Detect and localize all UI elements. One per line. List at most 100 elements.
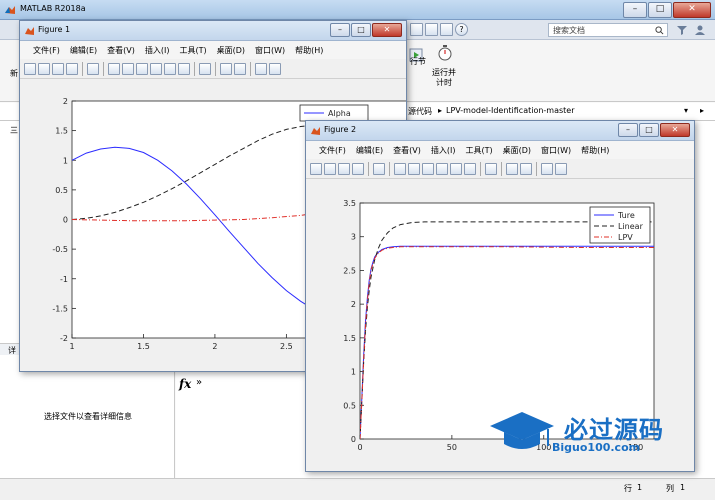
figure-2-titlebar[interactable]: Figure 2 – □ ✕	[306, 121, 694, 141]
address-dropdown-icon[interactable]: ▾	[684, 106, 688, 115]
menu-insert[interactable]: 插入(I)	[140, 45, 175, 56]
menu-tools[interactable]: 工具(T)	[174, 45, 211, 56]
zoom-in-icon[interactable]	[394, 162, 406, 175]
redo-icon[interactable]	[425, 23, 438, 36]
figure-2-maximize-button[interactable]: □	[639, 123, 659, 137]
insert-colorbar-icon[interactable]	[220, 62, 232, 75]
address-separator-icon: ▸	[438, 106, 443, 115]
quick-access-toolbar: ?	[410, 23, 468, 36]
figure-2-minimize-button[interactable]: –	[618, 123, 638, 137]
search-icon[interactable]	[655, 26, 664, 35]
insert-legend-icon[interactable]	[520, 162, 532, 175]
run-and-time-button[interactable]: 运行并 计时	[430, 42, 460, 90]
figure-1-titlebar[interactable]: Figure 1 – □ ✕	[20, 21, 406, 41]
search-placeholder: 搜索文档	[553, 26, 585, 35]
new-figure-icon[interactable]	[310, 162, 322, 175]
toolbar-separator	[250, 61, 251, 76]
figure-1-minimize-button[interactable]: –	[330, 23, 350, 37]
y-tick-label: 2.5	[343, 266, 356, 275]
zoom-out-icon[interactable]	[122, 62, 134, 75]
insert-colorbar-icon[interactable]	[506, 162, 518, 175]
search-documentation-input[interactable]: 搜索文档	[548, 23, 668, 37]
browse-folder-icon[interactable]: ▸	[700, 106, 704, 115]
edit-plot-icon[interactable]	[87, 62, 99, 75]
status-row-value: 1	[637, 483, 643, 492]
figure-1-close-button[interactable]: ✕	[372, 23, 402, 37]
rotate-3d-icon[interactable]	[150, 62, 162, 75]
x-tick-label: 2	[212, 342, 217, 351]
print-icon[interactable]	[352, 162, 364, 175]
y-tick-label: 0.5	[343, 401, 356, 410]
status-bar: 行 1 列 1	[0, 478, 715, 500]
menu-help[interactable]: 帮助(H)	[576, 145, 614, 156]
pan-icon[interactable]	[136, 62, 148, 75]
show-plot-tools-icon[interactable]	[555, 162, 567, 175]
stopwatch-icon	[438, 45, 452, 61]
toolbar-separator	[82, 61, 83, 76]
brush-icon[interactable]	[464, 162, 476, 175]
menu-insert[interactable]: 插入(I)	[426, 145, 461, 156]
menu-file[interactable]: 文件(F)	[314, 145, 351, 156]
show-plot-tools-icon[interactable]	[269, 62, 281, 75]
menu-edit[interactable]: 编辑(E)	[351, 145, 388, 156]
toolbar-separator	[480, 161, 481, 176]
y-tick-label: 3.5	[343, 199, 356, 208]
menu-file[interactable]: 文件(F)	[28, 45, 65, 56]
save-icon[interactable]	[52, 62, 64, 75]
menu-help[interactable]: 帮助(H)	[290, 45, 328, 56]
print-icon[interactable]	[66, 62, 78, 75]
switch-windows-icon[interactable]	[440, 23, 453, 36]
edit-plot-icon[interactable]	[373, 162, 385, 175]
y-tick-label: 0.5	[55, 186, 68, 195]
legend-label: Ture	[617, 211, 635, 220]
data-cursor-icon[interactable]	[164, 62, 176, 75]
toolbar-separator	[501, 161, 502, 176]
link-plot-icon[interactable]	[485, 162, 497, 175]
minimize-button[interactable]: –	[623, 2, 647, 18]
save-icon[interactable]	[338, 162, 350, 175]
menu-desktop[interactable]: 桌面(D)	[498, 145, 536, 156]
status-col-value: 1	[680, 483, 686, 492]
brush-icon[interactable]	[178, 62, 190, 75]
data-cursor-icon[interactable]	[450, 162, 462, 175]
open-file-icon[interactable]	[38, 62, 50, 75]
legend: Ture Linear LPV	[589, 206, 651, 244]
watermark: 必过源码 Biguo100.com	[488, 408, 688, 458]
close-button[interactable]: ✕	[673, 2, 711, 18]
menu-desktop[interactable]: 桌面(D)	[212, 45, 250, 56]
address-segment-source[interactable]: 源代码	[408, 106, 432, 117]
x-tick-label: 0	[357, 443, 362, 452]
figure-2-close-button[interactable]: ✕	[660, 123, 690, 137]
account-icon[interactable]	[694, 24, 706, 36]
link-plot-icon[interactable]	[199, 62, 211, 75]
hide-plot-tools-icon[interactable]	[255, 62, 267, 75]
hide-plot-tools-icon[interactable]	[541, 162, 553, 175]
toolbar-separator	[368, 161, 369, 176]
watermark-title: 必过源码	[564, 416, 664, 444]
open-file-icon[interactable]	[324, 162, 336, 175]
rotate-3d-icon[interactable]	[436, 162, 448, 175]
pan-icon[interactable]	[422, 162, 434, 175]
run-and-time-label: 运行并 计时	[432, 68, 456, 87]
zoom-in-icon[interactable]	[108, 62, 120, 75]
toolstrip-left-label: 新	[10, 69, 18, 78]
menu-view[interactable]: 查看(V)	[102, 45, 140, 56]
run-section-label: 行节	[410, 57, 426, 66]
menu-view[interactable]: 查看(V)	[388, 145, 426, 156]
zoom-out-icon[interactable]	[408, 162, 420, 175]
maximize-button[interactable]: □	[648, 2, 672, 18]
new-figure-icon[interactable]	[24, 62, 36, 75]
address-segment-project[interactable]: LPV-model-Identification-master	[446, 106, 575, 115]
help-icon[interactable]: ?	[455, 23, 468, 36]
undo-icon[interactable]	[410, 23, 423, 36]
insert-legend-icon[interactable]	[234, 62, 246, 75]
menu-edit[interactable]: 编辑(E)	[65, 45, 102, 56]
filter-icon[interactable]	[676, 24, 688, 36]
menu-tools[interactable]: 工具(T)	[460, 145, 497, 156]
graduation-cap-logo-icon	[490, 412, 554, 449]
menu-window[interactable]: 窗口(W)	[250, 45, 290, 56]
figure-1-maximize-button[interactable]: □	[351, 23, 371, 37]
y-tick-label: 2	[351, 300, 356, 309]
y-tick-label: 1	[351, 368, 356, 377]
menu-window[interactable]: 窗口(W)	[536, 145, 576, 156]
